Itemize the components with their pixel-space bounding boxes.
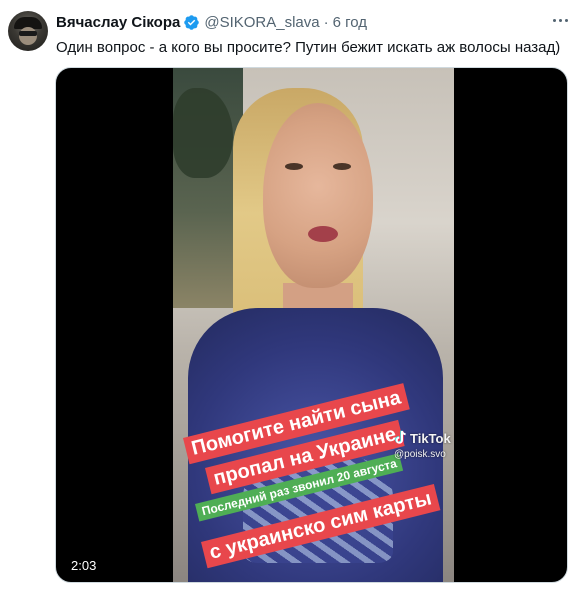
avatar-glasses xyxy=(19,31,37,36)
tiktok-logo-icon xyxy=(394,430,408,446)
person-mouth xyxy=(308,226,338,242)
tiktok-watermark: TikTok xyxy=(394,430,451,446)
more-options-icon[interactable] xyxy=(550,10,570,30)
tweet-text: Один вопрос - а кого вы просите? Путин б… xyxy=(56,39,561,56)
separator-dot: · xyxy=(323,13,329,31)
avatar[interactable] xyxy=(8,11,48,51)
verified-badge-icon xyxy=(183,14,200,31)
video-duration-badge: 2:03 xyxy=(65,556,103,575)
author-name[interactable]: Вячаслау Сікора xyxy=(56,14,180,31)
tiktok-handle: @poisk.svo xyxy=(394,449,446,460)
person-face xyxy=(263,103,373,288)
author-handle[interactable]: @SIKORA_slava xyxy=(204,14,319,31)
person-eye-right xyxy=(333,163,351,170)
person-eye-left xyxy=(285,163,303,170)
tweet-header: Вячаслау Сікора @SIKORA_slava · 6 год xyxy=(56,12,367,32)
tiktok-label: TikTok xyxy=(410,430,451,446)
avatar-face xyxy=(19,27,37,45)
video-frame[interactable]: Помогите найти сына пропал на Украине По… xyxy=(173,68,454,582)
tweet-time[interactable]: 6 год xyxy=(333,14,367,31)
video-player[interactable]: Помогите найти сына пропал на Украине По… xyxy=(55,67,568,583)
